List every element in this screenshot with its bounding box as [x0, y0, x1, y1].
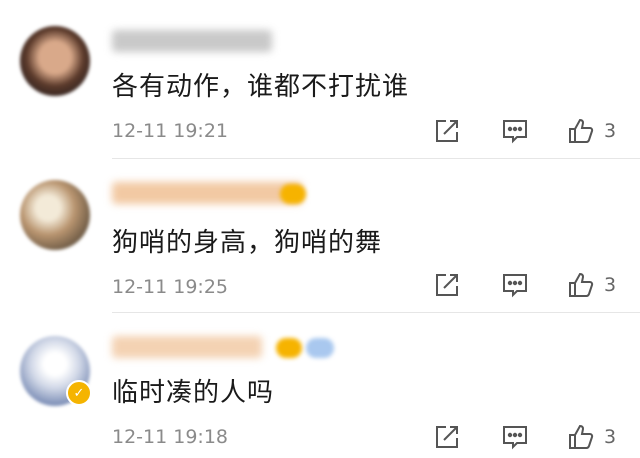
comment-icon[interactable]: [500, 270, 530, 300]
share-icon[interactable]: [432, 116, 462, 146]
comment-text: 各有动作，谁都不打扰谁: [112, 72, 410, 102]
like-count: 3: [604, 120, 617, 142]
comment-text: 狗哨的身高，狗哨的舞: [112, 228, 383, 258]
like-count: 3: [604, 426, 617, 448]
share-icon[interactable]: [432, 270, 462, 300]
like-icon[interactable]: [566, 270, 596, 300]
comment-time: 12-11 19:21: [112, 120, 229, 142]
comment-item: 各有动作，谁都不打扰谁 12-11 19:21 3: [0, 0, 640, 160]
comment-time: 12-11 19:25: [112, 276, 229, 298]
like-icon[interactable]: [566, 422, 596, 452]
vip-badge: [280, 184, 306, 204]
comment-text: 临时凑的人吗: [112, 378, 275, 408]
level-badge: [306, 338, 334, 358]
comment-time: 12-11 19:18: [112, 426, 229, 448]
like-count: 3: [604, 274, 617, 296]
avatar[interactable]: [20, 180, 90, 250]
comment-item: 狗哨的身高，狗哨的舞 12-11 19:25 3: [0, 160, 640, 314]
username-blurred[interactable]: [112, 336, 262, 358]
share-icon[interactable]: [432, 422, 462, 452]
vip-badge: [276, 338, 302, 358]
comment-item: ✓ 临时凑的人吗 12-11 19:18 3: [0, 316, 640, 458]
like-icon[interactable]: [566, 116, 596, 146]
username-blurred[interactable]: [112, 182, 302, 204]
verified-badge-icon: ✓: [66, 380, 92, 406]
comment-icon[interactable]: [500, 116, 530, 146]
comment-icon[interactable]: [500, 422, 530, 452]
username-blurred[interactable]: [112, 30, 272, 52]
divider: [112, 312, 640, 313]
divider: [112, 158, 640, 159]
avatar[interactable]: [20, 26, 90, 96]
